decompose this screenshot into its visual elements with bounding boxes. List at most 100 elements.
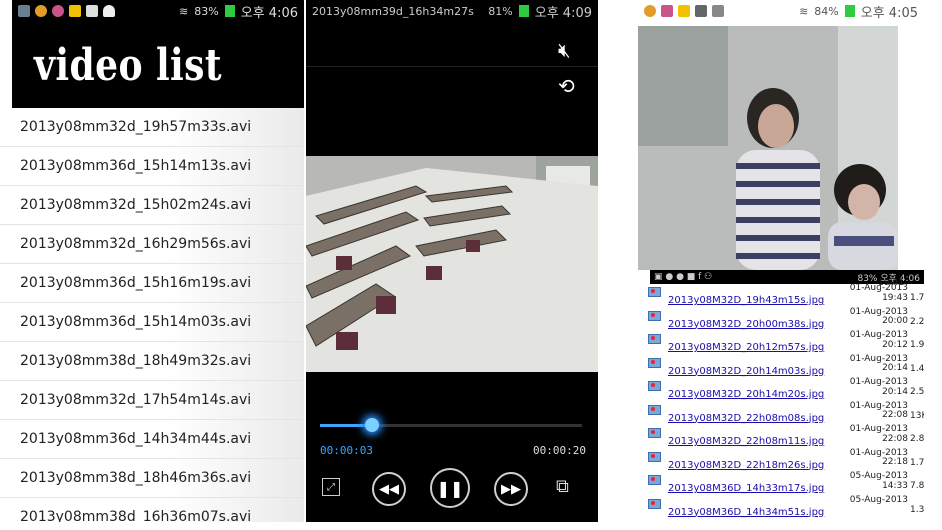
file-title: 2013y08mm39d_16h34m27s — [312, 4, 474, 18]
facebook-icon — [86, 5, 98, 17]
file-link[interactable]: 2013y08M32D_22h08m11s.jpg — [668, 436, 824, 447]
file-link[interactable]: 2013y08M36D_14h33m17s.jpg — [668, 483, 824, 494]
file-date: 01-Aug-2013 20:14 — [849, 377, 908, 397]
file-link[interactable]: 2013y08M32D_20h14m20s.jpg — [668, 389, 824, 400]
file-date: 01-Aug-2013 22:08 — [849, 400, 908, 420]
status-bar: ≋ 83% 오후 4:06 — [12, 0, 304, 22]
video-list-item[interactable]: 2013y08mm36d_15h14m03s.avi — [0, 303, 304, 342]
file-row: 2013y08M36D_14h33m17s.jpg 05-Aug-2013 14:3… — [648, 471, 924, 496]
file-size: 2.5K — [910, 387, 924, 397]
file-link[interactable]: 2013y08M32D_22h08m08s.jpg — [668, 413, 824, 424]
mute-icon[interactable]: 🔇︎ — [558, 38, 571, 62]
file-size: 1.3K — [910, 504, 924, 515]
image-file-icon — [648, 357, 661, 368]
notification-icons — [18, 5, 115, 17]
video-frame[interactable] — [306, 156, 598, 372]
file-row: 2013y08M32D_22h18m26s.jpg 01-Aug-2013 22:1… — [648, 448, 924, 473]
total-time: 00:00:20 — [533, 444, 586, 457]
video-list-screen: ≋ 83% 오후 4:06 video list 2013y08mm32d_19… — [0, 0, 304, 522]
file-size: 2.2K — [910, 316, 924, 327]
pause-button[interactable]: ❚❚ — [430, 468, 470, 508]
video-list-item[interactable]: 2013y08mm36d_15h14m13s.avi — [0, 147, 304, 186]
file-link[interactable]: 2013y08M36D_14h34m51s.jpg — [668, 507, 824, 518]
person-icon — [103, 5, 115, 17]
video-list-item[interactable]: 2013y08mm32d_15h02m24s.avi — [0, 186, 304, 225]
clock: 오후 4:06 — [240, 5, 298, 21]
popup-window-icon[interactable]: ⧉ — [556, 476, 569, 497]
battery-icon — [518, 5, 529, 17]
file-row: 2013y08M32D_20h00m38s.jpg 01-Aug-2013 20:0… — [648, 307, 924, 332]
image-file-icon — [648, 404, 661, 415]
video-list-item[interactable]: 2013y08mm32d_17h54m14s.avi — [0, 381, 304, 420]
rotate-icon[interactable]: ⟲ — [558, 74, 575, 98]
video-list-item[interactable]: 2013y08mm38d_18h46m36s.avi — [0, 459, 304, 498]
file-date: 01-Aug-2013 20:14 — [849, 353, 908, 373]
file-row: 2013y08M36D_14h34m51s.jpg 05-Aug-20131.3K — [648, 495, 924, 519]
status-bar: ≋ 84% 오후 4:05 — [638, 0, 924, 22]
video-list-item[interactable]: 2013y08mm36d_14h34m44s.avi — [0, 420, 304, 459]
video-list-item[interactable]: 2013y08mm38d_16h36m07s.avi — [0, 498, 304, 522]
app-icon — [52, 5, 64, 17]
file-date: 01-Aug-2013 19:43 — [849, 283, 908, 303]
video-player-screen: 2013y08mm39d_16h34m27s 81% 오후 4:09 🔇︎ ⟲ — [306, 0, 598, 522]
video-list-item[interactable]: 2013y08mm32d_16h29m56s.avi — [0, 225, 304, 264]
image-file-icon — [648, 334, 661, 344]
file-row: 2013y08M32D_20h14m03s.jpg 01-Aug-2013 20:1… — [648, 353, 924, 379]
rewind-icon: ◀◀ — [379, 481, 399, 497]
signal-text: 83% — [194, 4, 219, 18]
image-file-icon — [648, 451, 661, 462]
file-size: 2.8K — [910, 434, 924, 444]
classroom-scene — [306, 156, 598, 372]
fullscreen-icon[interactable]: ⤢ — [322, 478, 340, 496]
file-size: 1.7K — [910, 457, 924, 468]
app-icon — [661, 5, 673, 17]
image-file-icon — [648, 381, 661, 391]
file-size: 1.9K — [910, 340, 924, 350]
game-icon — [644, 5, 656, 17]
playback-controls: ⤢ ◀◀ ❚❚ ▶▶ ⧉ — [306, 466, 598, 510]
video-list-item[interactable]: 2013y08mm32d_19h57m33s.avi — [0, 108, 304, 147]
file-size: 13K — [910, 410, 924, 421]
people-scene — [638, 26, 898, 270]
file-link[interactable]: 2013y08M32D_20h14m03s.jpg — [668, 366, 824, 377]
wifi-icon: ≋ — [179, 4, 189, 18]
file-date: 01-Aug-2013 22:08 — [849, 424, 908, 444]
file-size: 1.7K — [910, 293, 924, 303]
pause-icon: ❚❚ — [436, 478, 464, 498]
player-status-bar: 2013y08mm39d_16h34m27s 81% 오후 4:09 — [306, 0, 598, 22]
camera-snapshot — [638, 26, 898, 270]
app-header: video list — [12, 22, 304, 108]
file-size: 1.4K — [910, 363, 924, 374]
camera-files-screen: ≋ 84% 오후 4:05 ▣ ● ● ■ f ⚇ 83% 오후 4:06 19… — [638, 0, 924, 518]
video-list-item[interactable]: 2013y08mm36d_15h16m19s.avi — [0, 264, 304, 303]
seek-handle[interactable] — [365, 418, 380, 432]
chat-icon — [69, 5, 81, 17]
image-file-icon — [648, 310, 661, 321]
battery-icon — [844, 5, 855, 17]
divider — [306, 66, 598, 67]
facebook-icon — [695, 5, 707, 17]
rewind-button[interactable]: ◀◀ — [372, 472, 406, 506]
file-link[interactable]: 2013y08M32D_20h00m38s.jpg — [668, 319, 824, 330]
file-link[interactable]: 2013y08M32D_19h43m15s.jpg — [668, 295, 824, 306]
video-list: 2013y08mm32d_19h57m33s.avi 2013y08mm36d_1… — [0, 108, 304, 522]
game-icon — [35, 5, 47, 17]
file-row: 2013y08M32D_22h08m08s.jpg 01-Aug-2013 22:0… — [648, 400, 924, 426]
file-row: 2013y08M32D_20h12m57s.jpg 01-Aug-2013 20:1… — [648, 330, 924, 355]
file-row: 2013y08M32D_19h43m15s.jpg 01-Aug-2013 19:4… — [648, 283, 924, 308]
file-link[interactable]: 2013y08M32D_22h18m26s.jpg — [668, 460, 824, 471]
file-link[interactable]: 2013y08M32D_20h12m57s.jpg — [668, 342, 824, 353]
seek-bar[interactable] — [320, 424, 582, 427]
image-file-icon — [648, 428, 661, 438]
person-icon — [712, 5, 724, 17]
file-row: 2013y08M32D_22h08m11s.jpg 01-Aug-2013 22:0… — [648, 424, 924, 449]
file-row: 2013y08M32D_20h14m20s.jpg 01-Aug-2013 20:1… — [648, 377, 924, 402]
video-list-item[interactable]: 2013y08mm38d_18h49m32s.avi — [0, 342, 304, 381]
file-date: 01-Aug-2013 20:12 — [849, 330, 908, 350]
file-size: 7.8K — [910, 481, 924, 491]
image-icon — [18, 5, 30, 17]
forward-button[interactable]: ▶▶ — [494, 472, 528, 506]
chat-icon — [678, 5, 690, 17]
wifi-icon: ≋ — [799, 4, 809, 18]
notification-icons — [644, 5, 724, 17]
